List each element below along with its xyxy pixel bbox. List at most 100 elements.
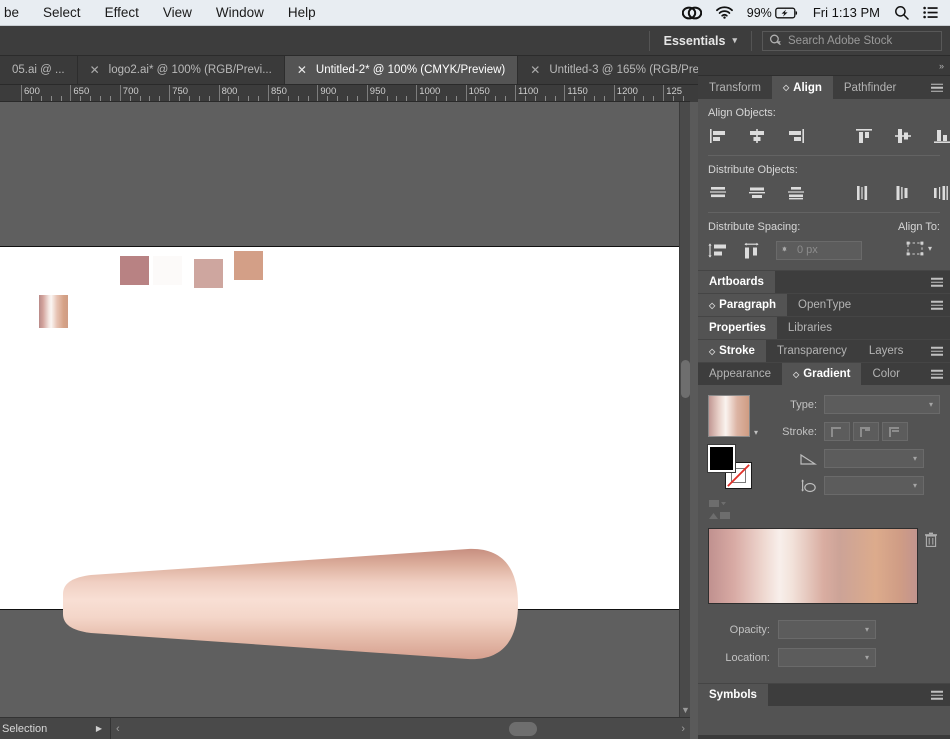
tab-color[interactable]: Color	[861, 363, 911, 385]
tan-swatch[interactable]	[234, 251, 263, 280]
tab-pathfinder[interactable]: Pathfinder	[832, 76, 908, 99]
ruler-tick-major	[564, 85, 566, 101]
horizontal-ruler[interactable]: 600 650 700 750 800 850 900 950 1000 1050 1100 1150…	[0, 85, 690, 102]
gradient-location-select[interactable]: ▾	[778, 648, 876, 667]
status-menu-arrow-icon[interactable]: ▶	[88, 724, 110, 733]
tab-opentype[interactable]: OpenType	[787, 294, 863, 316]
canvas-vertical-scrollbar[interactable]: ▼	[679, 102, 690, 717]
align-right-icon[interactable]	[786, 126, 806, 146]
close-icon[interactable]: ✕	[297, 64, 307, 76]
gradient-slider[interactable]	[708, 528, 918, 604]
panel-menu-icon[interactable]	[931, 83, 943, 92]
distribute-vertical-center-icon[interactable]	[747, 183, 767, 203]
document-tab-1[interactable]: ✕ logo2.ai* @ 100% (RGB/Previ...	[77, 56, 285, 84]
chevron-right-icon[interactable]: ›	[681, 723, 685, 735]
distribute-horizontal-spacing-icon[interactable]	[742, 240, 762, 260]
tab-appearance[interactable]: Appearance	[698, 363, 783, 385]
horizontal-scrollbar-thumb[interactable]	[509, 721, 537, 736]
tapered-cone-shape[interactable]	[36, 547, 520, 661]
stroke-across-icon[interactable]	[882, 422, 908, 441]
document-tab-2[interactable]: ✕ Untitled-2* @ 100% (CMYK/Preview)	[284, 56, 519, 84]
tab-align[interactable]: ◇ Align	[771, 76, 833, 99]
fill-swatch[interactable]	[707, 444, 736, 473]
chevron-left-icon[interactable]: ‹	[116, 723, 120, 735]
vertical-scrollbar-thumb[interactable]	[681, 360, 690, 398]
distribute-vertical-bottom-icon[interactable]	[786, 183, 806, 203]
dusty-pink-swatch[interactable]	[194, 259, 223, 288]
distribute-vertical-spacing-icon[interactable]	[708, 240, 728, 260]
battery-icon[interactable]: 99%	[747, 6, 799, 20]
menu-item-adobe[interactable]: be	[0, 5, 31, 20]
chevron-down-icon[interactable]: ▾	[754, 428, 758, 437]
gradient-aspect-select[interactable]: ▾	[824, 476, 924, 495]
gradient-fill-swatch[interactable]	[708, 395, 750, 437]
menu-item-help[interactable]: Help	[276, 5, 328, 20]
close-icon[interactable]: ✕	[90, 64, 100, 76]
chevron-down-icon[interactable]: ▼	[680, 706, 691, 715]
distribute-horizontal-center-icon[interactable]	[893, 183, 913, 203]
creative-cloud-icon[interactable]	[681, 6, 702, 20]
distribute-horizontal-right-icon[interactable]	[932, 183, 950, 203]
align-vertical-center-icon[interactable]	[893, 126, 913, 146]
canvas-horizontal-scrollbar[interactable]: ‹ ›	[111, 717, 690, 739]
close-icon[interactable]: ✕	[530, 64, 540, 76]
white-swatch[interactable]	[153, 256, 182, 285]
spotlight-search-icon[interactable]	[894, 5, 909, 20]
artboard[interactable]	[0, 246, 680, 660]
align-top-icon[interactable]	[854, 126, 874, 146]
align-to-selection-icon	[906, 241, 924, 256]
align-panel-body: Align Objects: Distribute Objects: Distr…	[698, 99, 950, 270]
document-tab-3[interactable]: ✕ Untitled-3 @ 165% (RGB/Pre...	[518, 56, 698, 84]
wifi-icon[interactable]	[715, 6, 733, 19]
ruler-label: 950	[369, 86, 386, 97]
delete-stop-button[interactable]	[924, 528, 940, 604]
align-panel-tab-row: Transform ◇ Align Pathfinder	[698, 76, 950, 99]
menu-item-window[interactable]: Window	[204, 5, 276, 20]
ruler-tick-minor	[406, 96, 408, 101]
stroke-within-icon[interactable]	[824, 422, 850, 441]
spacing-value-input[interactable]: ▲ ▼ 0 px	[776, 240, 862, 260]
chevron-down-icon[interactable]: ▾	[928, 244, 932, 253]
align-left-icon[interactable]	[708, 126, 728, 146]
align-bottom-icon[interactable]	[932, 126, 950, 146]
ruler-tick-minor	[248, 96, 250, 101]
panel-menu-icon[interactable]	[931, 277, 943, 287]
tab-stroke[interactable]: ◇ Stroke	[698, 340, 766, 362]
panel-menu-icon[interactable]	[931, 369, 943, 379]
gradient-swatch[interactable]	[39, 295, 68, 328]
menu-item-view[interactable]: View	[151, 5, 204, 20]
mauve-swatch[interactable]	[120, 256, 149, 285]
distribute-vertical-top-icon[interactable]	[708, 183, 728, 203]
menu-item-select[interactable]: Select	[31, 5, 93, 20]
tab-paragraph[interactable]: ◇ Paragraph	[698, 294, 788, 316]
panel-menu-icon[interactable]	[931, 690, 943, 700]
gradient-opacity-select[interactable]: ▾	[778, 620, 876, 639]
gradient-type-select[interactable]: ▾	[824, 395, 940, 414]
menu-item-effect[interactable]: Effect	[93, 5, 151, 20]
panel-menu-icon[interactable]	[931, 346, 943, 356]
ruler-tick-minor	[297, 96, 299, 101]
adobe-stock-search-input[interactable]: Search Adobe Stock	[762, 30, 942, 51]
clock-display[interactable]: Fri 1:13 PM	[813, 5, 880, 20]
distribute-horizontal-left-icon[interactable]	[854, 183, 874, 203]
stepper-icon[interactable]: ▲ ▼	[781, 246, 788, 254]
tab-symbols[interactable]: Symbols	[698, 684, 768, 706]
collapse-panels-icon[interactable]: »	[939, 61, 944, 71]
tab-artboards[interactable]: Artboards	[698, 271, 775, 293]
canvas-area[interactable]	[0, 102, 690, 717]
tab-transparency[interactable]: Transparency	[765, 340, 858, 362]
tab-transform[interactable]: Transform	[698, 76, 772, 99]
tab-properties[interactable]: Properties	[698, 317, 777, 339]
gradient-angle-select[interactable]: ▾	[824, 449, 924, 468]
align-horizontal-center-icon[interactable]	[747, 126, 767, 146]
document-tab-0[interactable]: 05.ai @ ...	[0, 56, 78, 84]
battery-percent: 99%	[746, 5, 772, 20]
control-center-icon[interactable]	[923, 6, 938, 19]
align-to-control[interactable]: ▾	[898, 240, 940, 257]
tab-gradient[interactable]: ◇ Gradient	[782, 363, 862, 385]
panel-menu-icon[interactable]	[931, 300, 943, 310]
tab-layers[interactable]: Layers	[857, 340, 915, 362]
stroke-along-icon[interactable]	[853, 422, 879, 441]
workspace-switcher[interactable]: Essentials ▾	[660, 31, 741, 51]
tab-libraries[interactable]: Libraries	[776, 317, 843, 339]
